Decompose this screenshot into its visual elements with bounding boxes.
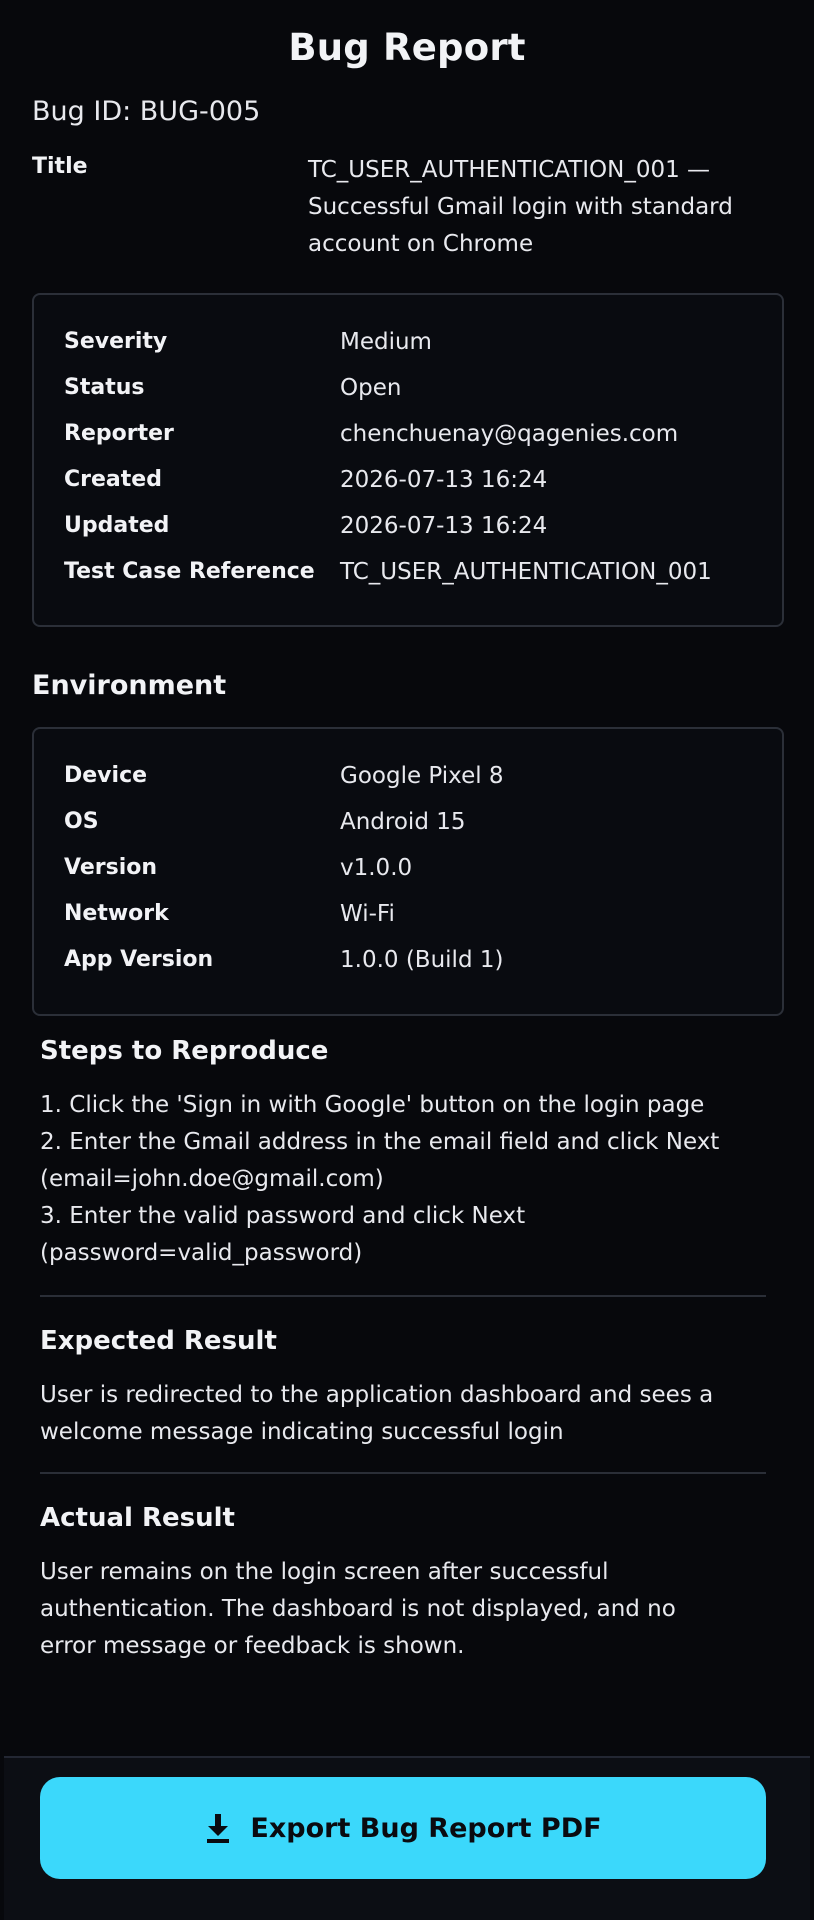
detail-key: Updated — [64, 513, 170, 538]
step-line: 3. Enter the valid password and click Ne… — [40, 1203, 526, 1229]
bug-id: Bug ID: BUG-005 — [32, 96, 261, 127]
step-line: 2. Enter the Gmail address in the email … — [40, 1129, 720, 1155]
detail-key: Test Case Reference — [64, 559, 315, 584]
detail-row-updated: Updated 2026-07-13 16:24 — [64, 513, 764, 553]
step-line: (password=valid_password) — [40, 1240, 363, 1266]
page-title: Bug Report — [288, 26, 526, 69]
environment-heading: Environment — [32, 670, 227, 701]
actual-line: authentication. The dashboard is not dis… — [40, 1596, 676, 1622]
expected-line: User is redirected to the application da… — [40, 1382, 714, 1408]
divider — [40, 1295, 766, 1297]
expected-line: welcome message indicating successful lo… — [40, 1419, 564, 1445]
title-line: account on Chrome — [308, 231, 534, 257]
actual-line: User remains on the login screen after s… — [40, 1559, 609, 1585]
detail-row-status: Status Open — [64, 375, 764, 415]
env-key: Network — [64, 901, 169, 926]
steps-heading: Steps to Reproduce — [40, 1036, 329, 1066]
detail-value: Open — [340, 375, 402, 401]
expected-result-heading: Expected Result — [40, 1326, 277, 1356]
step-line: 1. Click the 'Sign in with Google' butto… — [40, 1092, 705, 1118]
detail-value: Medium — [340, 329, 432, 355]
title-value: TC_USER_AUTHENTICATION_001 — Successful … — [308, 152, 788, 263]
title-label: Title — [32, 154, 88, 179]
details-card: Severity Medium Status Open Reporter che… — [32, 293, 784, 627]
detail-value: TC_USER_AUTHENTICATION_001 — [340, 559, 712, 585]
expected-result-text: User is redirected to the application da… — [40, 1377, 780, 1451]
environment-card: Device Google Pixel 8 OS Android 15 Vers… — [32, 727, 784, 1016]
detail-value: 2026-07-13 16:24 — [340, 467, 548, 493]
env-value: v1.0.0 — [340, 855, 413, 881]
env-row-version: Version v1.0.0 — [64, 855, 764, 895]
step-line: (email=john.doe@gmail.com) — [40, 1166, 384, 1192]
actual-result-heading: Actual Result — [40, 1503, 235, 1533]
actual-result-text: User remains on the login screen after s… — [40, 1554, 780, 1665]
env-value: Wi-Fi — [340, 901, 395, 927]
env-key: App Version — [64, 947, 214, 972]
env-row-network: Network Wi-Fi — [64, 901, 764, 941]
env-row-device: Device Google Pixel 8 — [64, 763, 764, 803]
detail-row-created: Created 2026-07-13 16:24 — [64, 467, 764, 507]
export-pdf-label: Export Bug Report PDF — [250, 1812, 602, 1844]
actual-line: error message or feedback is shown. — [40, 1633, 465, 1659]
env-row-app-version: App Version 1.0.0 (Build 1) — [64, 947, 764, 987]
detail-key: Reporter — [64, 421, 174, 446]
detail-key: Status — [64, 375, 145, 400]
env-value: Google Pixel 8 — [340, 763, 504, 789]
detail-value: 2026-07-13 16:24 — [340, 513, 548, 539]
env-value: 1.0.0 (Build 1) — [340, 947, 504, 973]
detail-row-reporter: Reporter chenchuenay@qagenies.com — [64, 421, 764, 461]
steps-list: 1. Click the 'Sign in with Google' butto… — [40, 1087, 780, 1272]
export-pdf-button[interactable]: Export Bug Report PDF — [40, 1777, 766, 1879]
env-value: Android 15 — [340, 809, 466, 835]
detail-key: Created — [64, 467, 162, 492]
env-key: Device — [64, 763, 148, 788]
bug-report-page: Bug Report Bug ID: BUG-005 Title TC_USER… — [0, 0, 814, 1920]
detail-row-severity: Severity Medium — [64, 329, 764, 369]
divider — [40, 1472, 766, 1474]
env-row-os: OS Android 15 — [64, 809, 764, 849]
detail-key: Severity — [64, 329, 168, 354]
detail-value: chenchuenay@qagenies.com — [340, 421, 679, 447]
title-line: Successful Gmail login with standard — [308, 194, 733, 220]
detail-row-test-case-reference: Test Case Reference TC_USER_AUTHENTICATI… — [64, 559, 764, 599]
title-line: TC_USER_AUTHENTICATION_001 — — [308, 157, 711, 183]
env-key: OS — [64, 809, 99, 834]
download-icon — [207, 1814, 230, 1843]
env-key: Version — [64, 855, 158, 880]
